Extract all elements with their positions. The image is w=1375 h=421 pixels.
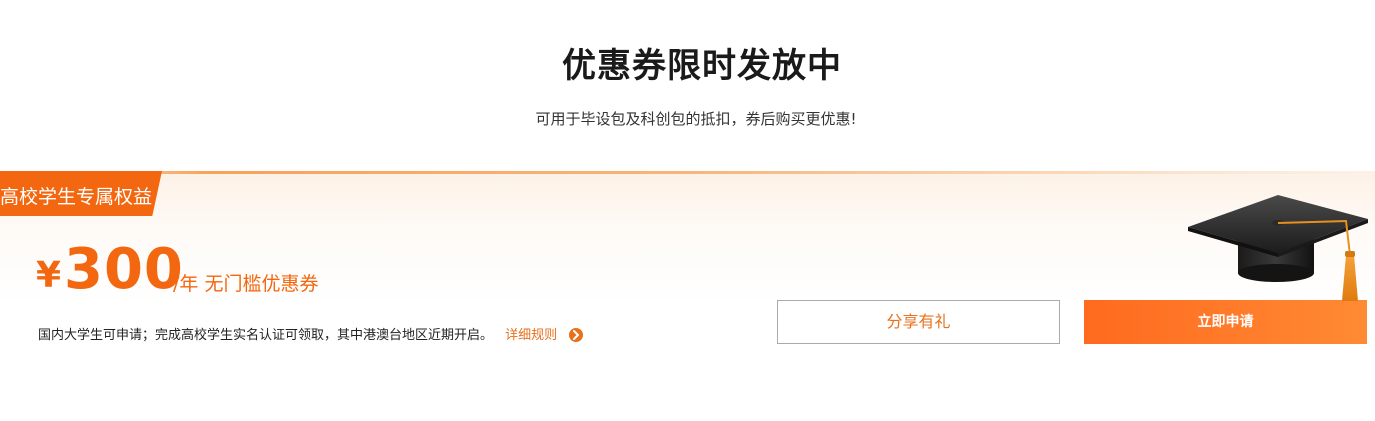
coupon-unit: /年 无门槛优惠券 [173,273,319,295]
page-title: 优惠券限时发放中 [562,46,842,86]
rules-link[interactable]: 详细规则 [505,328,557,343]
benefit-badge: 高校学生专属权益 [0,171,162,216]
page: 优惠券限时发放中 可用于毕设包及科创包的抵扣，券后购买更优惠! 高校学生专属权益… [0,0,1375,421]
graduation-cap-icon [1188,195,1368,301]
currency-symbol: ¥ [36,255,62,296]
arrow-right-icon[interactable] [569,328,584,342]
page-subtitle: 可用于毕设包及科创包的抵扣，券后购买更优惠! [535,110,857,128]
coupon-description: 国内大学生可申请；完成高校学生实名认证可领取，其中港澳台地区近期开启。 [38,328,494,343]
card-divider [0,171,1375,174]
coupon-amount: 300 [64,237,184,302]
coupon-description-row: 国内大学生可申请；完成高校学生实名认证可领取，其中港澳台地区近期开启。 详细规则 [38,324,584,343]
share-button[interactable]: 分享有礼 [777,300,1060,344]
benefit-badge-label: 高校学生专属权益 [0,186,153,208]
coupon-card: 高校学生专属权益 ¥ 300 /年 无门槛优惠券 国内大学生可申请；完成高校学生… [0,171,1375,361]
apply-button[interactable]: 立即申请 [1084,300,1367,344]
